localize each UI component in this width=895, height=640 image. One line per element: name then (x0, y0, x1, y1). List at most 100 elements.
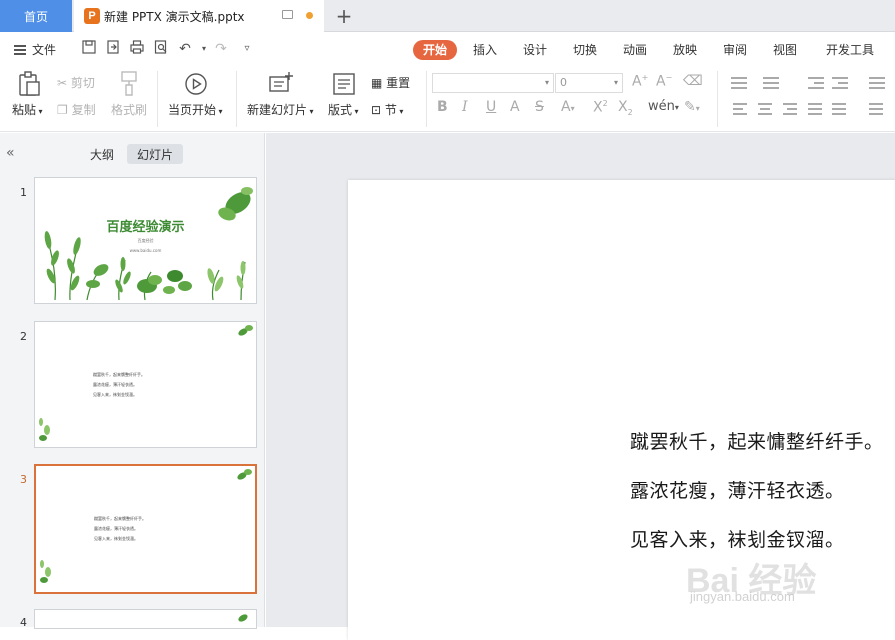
new-slide-icon[interactable] (268, 71, 293, 95)
pptx-file-icon: P (84, 8, 100, 24)
play-icon[interactable] (184, 72, 208, 96)
format-painter-icon[interactable] (118, 71, 142, 96)
numbered-list-icon[interactable] (763, 76, 779, 90)
file-menu[interactable]: 文件 (14, 41, 56, 58)
tab-transition[interactable]: 切换 (573, 40, 597, 60)
underline-icon[interactable]: U (486, 99, 496, 115)
decrease-indent-icon[interactable] (808, 76, 824, 90)
section-icon: ⊡ (371, 103, 385, 117)
clear-format-icon[interactable]: ⌫ (683, 73, 703, 89)
undo-icon[interactable]: ↶ (176, 40, 194, 58)
font-size-value: 0 (560, 76, 567, 89)
slide-1-title: 百度经验演示 (106, 220, 185, 235)
slide-thumbnail-4[interactable] (34, 609, 257, 629)
paste-button[interactable]: 粘贴 ▾ (12, 101, 43, 118)
scissors-icon: ✂ (57, 76, 71, 90)
new-slide-button[interactable]: 新建幻灯片 ▾ (247, 101, 314, 118)
strikethrough-icon[interactable]: S (535, 99, 544, 115)
slide-thumbnail-2[interactable]: 蹴罢秋千，起来慵整纤纤手。 露浓花瘦，薄汗轻衣透。 见客入来，袜刬金钗溜。 (34, 321, 257, 448)
new-tab-plus-icon[interactable]: + (334, 4, 354, 28)
ribbon-separator (157, 71, 158, 127)
tab-design[interactable]: 设计 (523, 40, 547, 60)
poem-line-1[interactable]: 蹴罢秋千，起来慵整纤纤手。 (630, 427, 884, 454)
tab-animation[interactable]: 动画 (623, 40, 647, 60)
slide-3-line-1: 蹴罢秋千，起来慵整纤纤手。 (94, 516, 146, 521)
slide-thumbnail-1[interactable]: 百度经验演示 百度经验 www.baidu.com (34, 177, 257, 304)
font-size-select[interactable]: 0 ▾ (555, 73, 623, 93)
redo-icon[interactable]: ↷ (212, 40, 230, 58)
print-preview-icon[interactable] (152, 40, 170, 58)
format-painter-button[interactable]: 格式刷 (111, 101, 147, 118)
layout-icon[interactable] (332, 72, 356, 96)
slide-1-subtitle: 百度经验 (137, 238, 154, 243)
pinyin-guide-icon[interactable]: wén▾ (648, 99, 679, 114)
tab-bar: 首页 P 新建 PPTX 演示文稿.pptx + (0, 0, 895, 32)
copy-icon: ❐ (57, 103, 72, 117)
reset-icon: ▦ (371, 76, 387, 90)
slide-thumbnail-3[interactable]: 蹴罢秋千，起来慵整纤纤手。 露浓花瘦，薄汗轻衣透。 见客入来，袜刬金钗溜。 (34, 464, 257, 594)
file-menu-label: 文件 (32, 43, 57, 57)
section-label: 节 (384, 103, 397, 117)
subscript-icon[interactable]: X2 (618, 99, 633, 117)
bold-icon[interactable]: B (437, 99, 448, 115)
italic-icon[interactable]: I (462, 99, 468, 115)
watermark-url: jingyan.baidu.com (690, 589, 795, 604)
slide-2-line-1: 蹴罢秋千，起来慵整纤纤手。 (93, 372, 145, 377)
tab-insert[interactable]: 插入 (473, 40, 497, 60)
screen-icon[interactable] (282, 10, 293, 19)
poem-line-2[interactable]: 露浓花瘦，薄汗轻衣透。 (630, 476, 845, 503)
leaf-decoration-icon (40, 469, 252, 583)
ribbon-separator (236, 71, 237, 127)
tab-developer-tools[interactable]: 开发工具 (826, 40, 874, 60)
print-icon[interactable] (128, 40, 146, 58)
play-from-current-label: 当页开始 (168, 103, 217, 117)
highlight-icon[interactable]: ✎▾ (684, 99, 700, 115)
paste-icon[interactable] (17, 71, 41, 96)
ribbon-separator (717, 71, 718, 127)
poem-line-3[interactable]: 见客入来，袜刬金钗溜。 (630, 525, 845, 552)
bullet-list-icon[interactable] (731, 76, 747, 90)
save-icon[interactable] (80, 40, 98, 58)
export-icon[interactable] (104, 40, 122, 58)
section-button[interactable]: ⊡ 节 ▾ (371, 101, 403, 118)
slide-number: 3 (20, 473, 27, 486)
line-spacing-icon[interactable] (869, 102, 885, 116)
tab-review[interactable]: 审阅 (723, 40, 747, 60)
leaf-decoration-icon (39, 325, 253, 441)
align-right-icon[interactable] (783, 102, 799, 116)
increase-font-icon[interactable]: A+ (632, 73, 648, 90)
tab-slideshow[interactable]: 放映 (673, 40, 697, 60)
copy-button[interactable]: ❐ 复制 (57, 101, 96, 118)
reset-label: 重置 (386, 76, 411, 90)
decrease-font-icon[interactable]: A− (656, 73, 672, 90)
text-shadow-icon[interactable]: A (510, 99, 520, 115)
play-from-current-button[interactable]: 当页开始 ▾ (168, 101, 223, 118)
tab-slides[interactable]: 幻灯片 (127, 144, 183, 164)
tab-outline[interactable]: 大纲 (90, 146, 114, 163)
justify-icon[interactable] (808, 102, 824, 116)
reset-button[interactable]: ▦ 重置 (371, 74, 410, 91)
document-tab[interactable]: P 新建 PPTX 演示文稿.pptx (74, 0, 324, 32)
font-color-icon[interactable]: A▾ (561, 99, 575, 115)
tab-view[interactable]: 视图 (773, 40, 797, 60)
text-direction-icon[interactable] (869, 76, 885, 90)
cut-button[interactable]: ✂ 剪切 (57, 74, 95, 91)
undo-dropdown-icon[interactable]: ▾ (195, 40, 213, 58)
increase-indent-icon[interactable] (832, 76, 848, 90)
collapse-panel-icon[interactable]: « (6, 145, 15, 161)
home-tab[interactable]: 首页 (0, 0, 72, 32)
slide-thumbnail-panel: « 大纲 幻灯片 1 百度经验演示 百度经验 www.baidu.com 2 蹴… (0, 133, 265, 629)
customize-toolbar-icon[interactable]: ▿ (238, 40, 256, 58)
new-slide-label: 新建幻灯片 (247, 103, 308, 117)
tab-home[interactable]: 开始 (413, 40, 458, 60)
align-center-icon[interactable] (758, 102, 774, 116)
slide-3-line-3: 见客入来，袜刬金钗溜。 (94, 536, 138, 541)
distributed-align-icon[interactable] (832, 102, 848, 116)
font-name-select[interactable]: ▾ (432, 73, 554, 93)
layout-button[interactable]: 版式 ▾ (328, 101, 359, 118)
align-left-icon[interactable] (733, 102, 749, 116)
cut-label: 剪切 (70, 76, 95, 90)
copy-label: 复制 (71, 103, 96, 117)
slide-2-line-2: 露浓花瘦，薄汗轻衣透。 (93, 382, 137, 387)
superscript-icon[interactable]: X2 (593, 99, 608, 116)
